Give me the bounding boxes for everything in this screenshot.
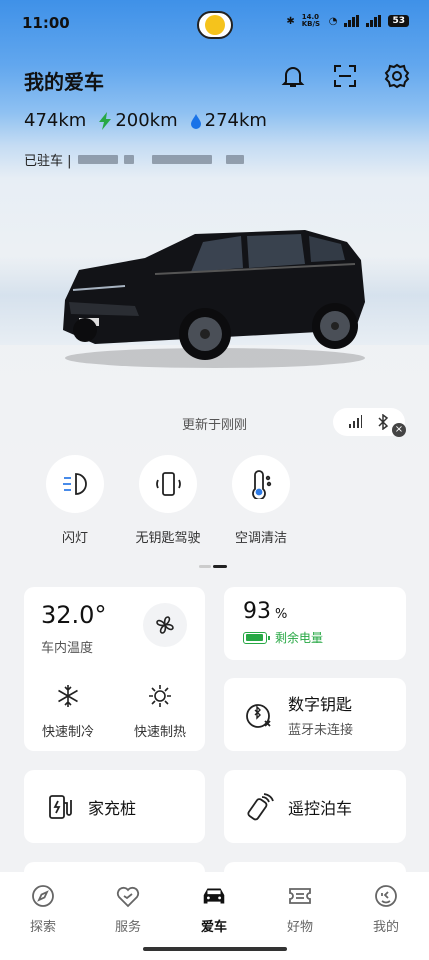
redacted-address xyxy=(151,155,212,164)
signal-icon xyxy=(344,15,360,27)
notification-pill[interactable] xyxy=(197,11,233,39)
page-dot-active xyxy=(213,565,227,568)
lightning-icon xyxy=(99,111,112,130)
tab-label: 好物 xyxy=(286,920,313,935)
redacted-address xyxy=(77,155,118,164)
ac-clean-icon xyxy=(252,470,272,499)
battery-level-fill xyxy=(245,634,264,641)
profile-icon xyxy=(372,882,400,910)
fan-button[interactable] xyxy=(143,603,187,647)
phone-key-icon xyxy=(156,472,181,496)
bluetooth-icon xyxy=(378,414,389,430)
home-indicator[interactable] xyxy=(143,947,287,951)
bluetooth-off-badge: × xyxy=(392,423,406,437)
car-icon xyxy=(200,882,228,910)
climate-card[interactable]: 32.0° 车内温度 快速制冷 快速制热 xyxy=(24,587,205,751)
remote-control-icon xyxy=(247,792,274,820)
tab-mine[interactable]: 我的 xyxy=(356,882,416,935)
battery-label: 剩余电量 xyxy=(275,631,324,645)
status-time: 11:00 xyxy=(22,14,70,32)
tab-label: 服务 xyxy=(114,920,141,935)
cabin-temperature: 32.0° xyxy=(41,601,107,629)
tab-label: 我的 xyxy=(372,920,399,935)
gear-icon[interactable] xyxy=(383,62,411,90)
digital-key-card[interactable]: 数字钥匙 蓝牙未连接 xyxy=(224,678,406,751)
battery-value-group: 93% xyxy=(243,599,287,624)
fuel-range: 274km xyxy=(204,110,267,131)
total-range: 474km xyxy=(24,110,87,131)
tab-goods[interactable]: 好物 xyxy=(270,882,330,935)
keyless-drive-button[interactable]: 无钥匙驾驶 xyxy=(128,455,208,546)
snowflake-icon xyxy=(58,685,78,707)
sun-icon xyxy=(149,685,171,707)
fuel-drop-icon xyxy=(190,113,201,129)
ac-clean-circle xyxy=(232,455,290,513)
parked-location[interactable]: 已驻车 | xyxy=(24,150,244,169)
tab-service[interactable]: 服务 xyxy=(98,882,158,935)
electric-range: 200km xyxy=(115,110,178,131)
range-summary: 474km 200km 274km xyxy=(24,110,267,131)
car-image xyxy=(63,230,365,368)
flash-lights-circle xyxy=(46,455,104,513)
quick-action-label: 无钥匙驾驶 xyxy=(135,531,201,546)
service-icon xyxy=(114,882,142,910)
redacted-address xyxy=(123,155,134,164)
wifi-icon: ◔ xyxy=(328,15,338,27)
scan-icon[interactable] xyxy=(331,62,359,90)
ac-clean-button[interactable]: 空调清洁 xyxy=(221,455,301,546)
quick-cool-button[interactable]: 快速制冷 xyxy=(32,683,104,740)
signal-icon-2 xyxy=(366,15,382,27)
keyless-drive-circle xyxy=(139,455,197,513)
fuel-range-group: 274km xyxy=(190,110,267,131)
header-actions xyxy=(279,62,411,90)
digital-key-status: 蓝牙未连接 xyxy=(288,723,354,738)
quick-action-label: 闪灯 xyxy=(61,531,88,546)
quick-cool-label: 快速制冷 xyxy=(41,725,94,740)
home-charger-card[interactable]: 家充桩 xyxy=(24,770,205,843)
bluetooth-status-icon: ✱ xyxy=(286,15,295,27)
page-title: 我的爱车 xyxy=(24,70,104,94)
digital-key-title: 数字钥匙 xyxy=(288,695,353,714)
digital-key-text: 数字钥匙 蓝牙未连接 xyxy=(288,691,353,738)
page-dot xyxy=(199,565,211,568)
remote-parking-label: 遥控泊车 xyxy=(288,798,353,818)
quick-heat-label: 快速制热 xyxy=(133,725,186,740)
battery-unit: % xyxy=(275,607,288,622)
quick-action-label: 空调清洁 xyxy=(234,531,287,546)
battery-status: 53 xyxy=(388,15,409,27)
battery-percent: 93 xyxy=(243,599,271,624)
cellular-signal-icon xyxy=(349,415,362,428)
battery-status-row: 剩余电量 xyxy=(243,629,323,646)
redacted-address xyxy=(225,155,244,164)
explore-icon xyxy=(29,882,57,910)
app-status-icon xyxy=(205,15,225,35)
quick-heat-button[interactable]: 快速制热 xyxy=(124,683,196,740)
battery-card[interactable]: 93% 剩余电量 xyxy=(224,587,406,660)
fan-icon xyxy=(156,616,174,634)
bell-icon[interactable] xyxy=(279,62,307,90)
headlight-flash-icon xyxy=(63,473,87,495)
electric-range-group: 200km xyxy=(98,110,178,131)
ticket-icon xyxy=(286,882,314,910)
cabin-temp-label: 车内温度 xyxy=(41,641,94,656)
charger-icon xyxy=(49,794,72,819)
page-indicator xyxy=(199,565,227,568)
battery-level-icon xyxy=(243,631,270,644)
home-charger-label: 家充桩 xyxy=(88,798,137,818)
parked-label: 已驻车 | xyxy=(24,154,72,169)
tab-label: 探索 xyxy=(29,920,56,935)
digital-key-icon xyxy=(246,703,271,728)
flash-lights-button[interactable]: 闪灯 xyxy=(35,455,115,546)
status-icons: ✱ 14.0 KB/S ◔ 53 xyxy=(286,14,409,28)
tab-explore[interactable]: 探索 xyxy=(13,882,73,935)
net-speed: 14.0 KB/S xyxy=(301,13,321,28)
tab-label: 爱车 xyxy=(200,920,227,935)
remote-parking-card[interactable]: 遥控泊车 xyxy=(224,770,406,843)
tab-my-car[interactable]: 爱车 xyxy=(184,882,244,935)
